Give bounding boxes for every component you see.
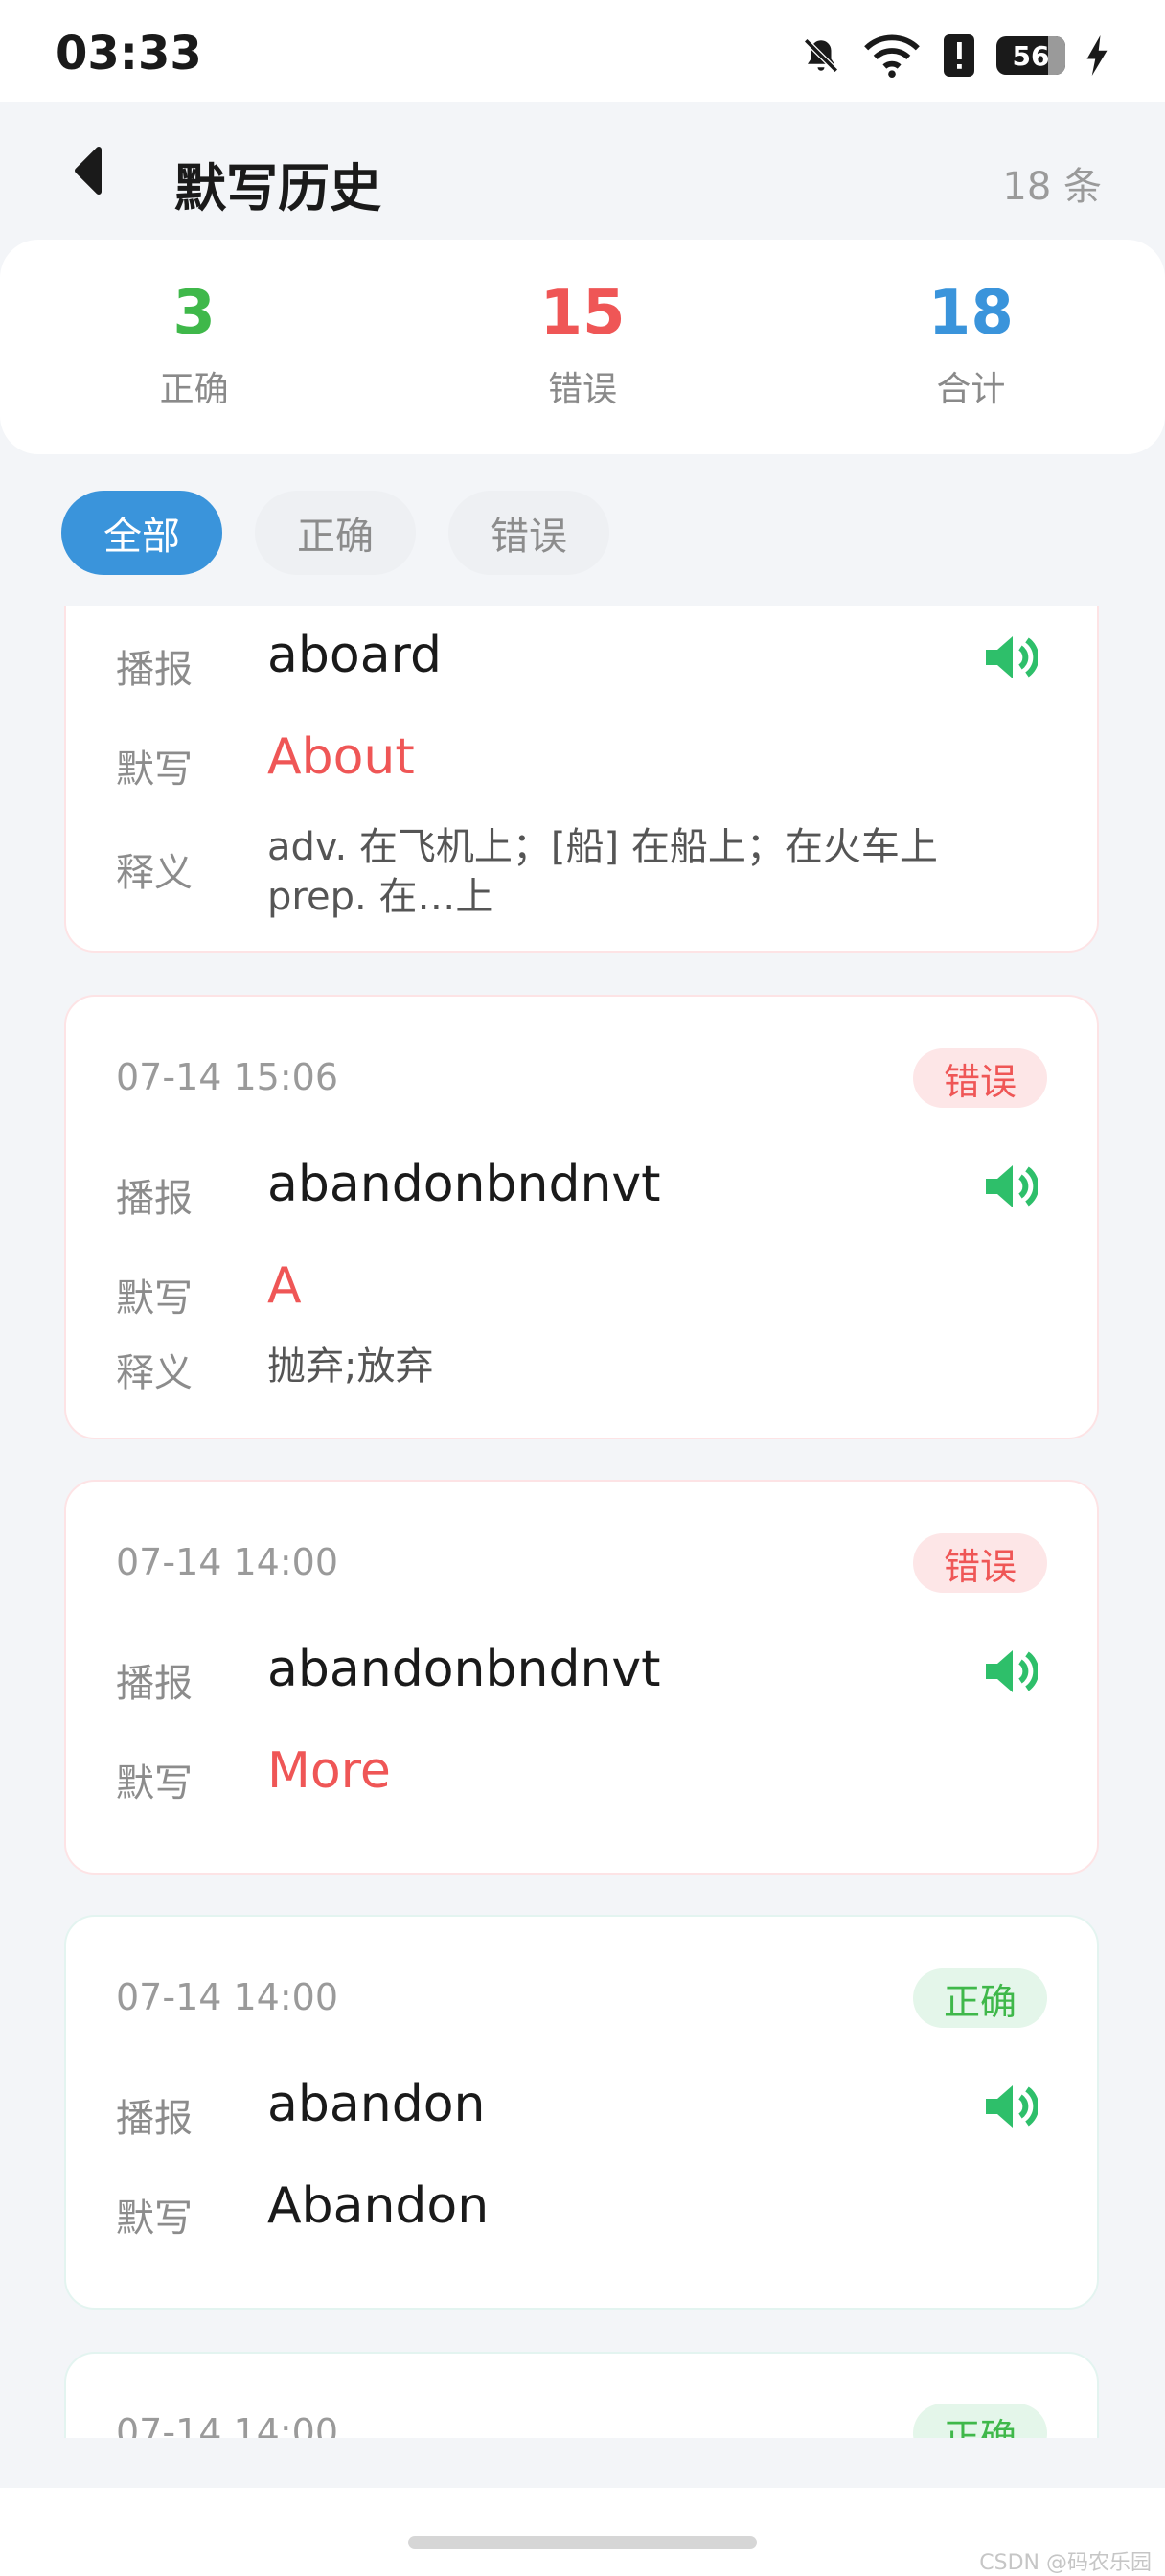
record-word: aboard	[267, 627, 443, 684]
stat-wrong-label: 错误	[547, 370, 617, 409]
status-badge: 错误	[912, 1048, 1047, 1108]
stat-total-label: 合计	[936, 370, 1006, 409]
speaker-icon[interactable]	[982, 1162, 1038, 1211]
dictation-row: 默写 More	[116, 1742, 1047, 1809]
filter-all[interactable]: 全部	[61, 491, 222, 575]
page-title: 默写历史	[174, 158, 381, 218]
dictation-row: 默写 A	[116, 1257, 1047, 1324]
meaning-row: 释义 adv. 在飞机上；[船] 在船上；在火车上 prep. 在…上	[116, 822, 1047, 928]
meaning-label: 释义	[116, 851, 193, 895]
filter-wrong[interactable]: 错误	[448, 491, 609, 575]
record-card[interactable]: 播报 aboard 默写 About 释义 adv. 在飞机上；[船] 在船上；…	[64, 606, 1099, 953]
dictation-label: 默写	[116, 1276, 193, 1321]
summary-card: 3 正确 15 错误 18 合计	[0, 240, 1165, 454]
play-row: 播报 abandon	[116, 2076, 1047, 2143]
dictation-row: 默写 Abandon	[116, 2177, 1047, 2244]
speaker-icon[interactable]	[982, 2082, 1038, 2131]
record-card[interactable]: 07-14 15:06 错误 播报 abandonbndnvt 默写 A 释义 …	[64, 995, 1099, 1439]
play-label: 播报	[116, 1662, 193, 1706]
status-bar: 03:33 56	[0, 0, 1165, 102]
meaning-line: adv. 在飞机上；[船] 在船上；在火车上	[267, 825, 938, 869]
record-word: abandonbndnvt	[267, 1641, 661, 1698]
record-time: 07-14 14:00	[116, 1541, 339, 1583]
stat-correct-label: 正确	[159, 370, 229, 409]
dictation-row: 默写 About	[116, 728, 1047, 795]
dictation-label: 默写	[116, 2196, 193, 2241]
record-time: 07-14 14:00	[116, 2411, 339, 2438]
filter-tabs: 全部 正确 错误	[61, 491, 609, 575]
record-list[interactable]: 播报 aboard 默写 About 释义 adv. 在飞机上；[船] 在船上；…	[0, 606, 1165, 2438]
record-card[interactable]: 07-14 14:00 正确 播报 abandon 默写 Abandon	[64, 1915, 1099, 2310]
chevron-left-icon	[75, 147, 102, 195]
record-word: abandon	[267, 2076, 486, 2133]
stat-correct: 3 正确	[0, 240, 388, 454]
status-badge: 正确	[912, 1968, 1047, 2028]
record-dictation: More	[267, 1742, 391, 1800]
play-row: 播报 abandonbndnvt	[116, 1641, 1047, 1708]
header: 默写历史 18 条	[0, 102, 1165, 245]
record-dictation: About	[267, 728, 415, 786]
battery-level: 56	[1012, 39, 1050, 72]
record-card[interactable]: 07-14 14:00 错误 播报 abandonbndnvt 默写 More	[64, 1480, 1099, 1874]
play-row: 播报 aboard	[116, 627, 1047, 694]
status-badge: 正确	[912, 2404, 1047, 2438]
record-time: 07-14 14:00	[116, 1976, 339, 2018]
speaker-icon[interactable]	[982, 1646, 1038, 1696]
record-meaning: adv. 在飞机上；[船] 在船上；在火车上 prep. 在…上	[267, 822, 938, 922]
speaker-icon[interactable]	[982, 632, 1038, 682]
record-dictation: Abandon	[267, 2177, 490, 2235]
battery-icon: 56	[996, 36, 1065, 75]
stat-wrong: 15 错误	[388, 240, 776, 454]
alert-icon	[944, 34, 974, 77]
play-label: 播报	[116, 648, 193, 692]
record-word: abandonbndnvt	[267, 1156, 661, 1213]
status-icons: 56	[801, 29, 1108, 82]
meaning-label: 释义	[116, 1351, 193, 1395]
back-button[interactable]	[57, 140, 115, 201]
stat-correct-value: 3	[172, 278, 216, 349]
navigation-bar: CSDN @码农乐园	[0, 2488, 1165, 2576]
stat-total-value: 18	[927, 278, 1014, 349]
record-time: 07-14 15:06	[116, 1056, 339, 1098]
meaning-row: 释义 抛弃;放弃	[116, 1338, 1047, 1395]
home-indicator[interactable]	[408, 2536, 757, 2549]
dictation-label: 默写	[116, 1761, 193, 1806]
stat-wrong-value: 15	[539, 278, 626, 349]
record-count: 18 条	[1002, 165, 1102, 209]
meaning-line: prep. 在…上	[267, 875, 494, 919]
dictation-label: 默写	[116, 748, 193, 792]
stat-total: 18 合计	[777, 240, 1165, 454]
play-label: 播报	[116, 1177, 193, 1221]
watermark: CSDN @码农乐园	[979, 2551, 1152, 2575]
meaning-line: 抛弃;放弃	[267, 1345, 434, 1389]
status-badge: 错误	[912, 1533, 1047, 1593]
play-row: 播报 abandonbndnvt	[116, 1156, 1047, 1223]
record-meaning: 抛弃;放弃	[267, 1342, 433, 1392]
charging-icon	[1086, 35, 1108, 76]
status-time: 03:33	[56, 27, 202, 80]
bell-muted-icon	[804, 38, 838, 73]
record-card[interactable]: 07-14 14:00 正确	[64, 2352, 1099, 2438]
record-dictation: A	[267, 1257, 302, 1315]
wifi-icon	[864, 34, 920, 78]
play-label: 播报	[116, 2097, 193, 2141]
filter-correct[interactable]: 正确	[255, 491, 416, 575]
